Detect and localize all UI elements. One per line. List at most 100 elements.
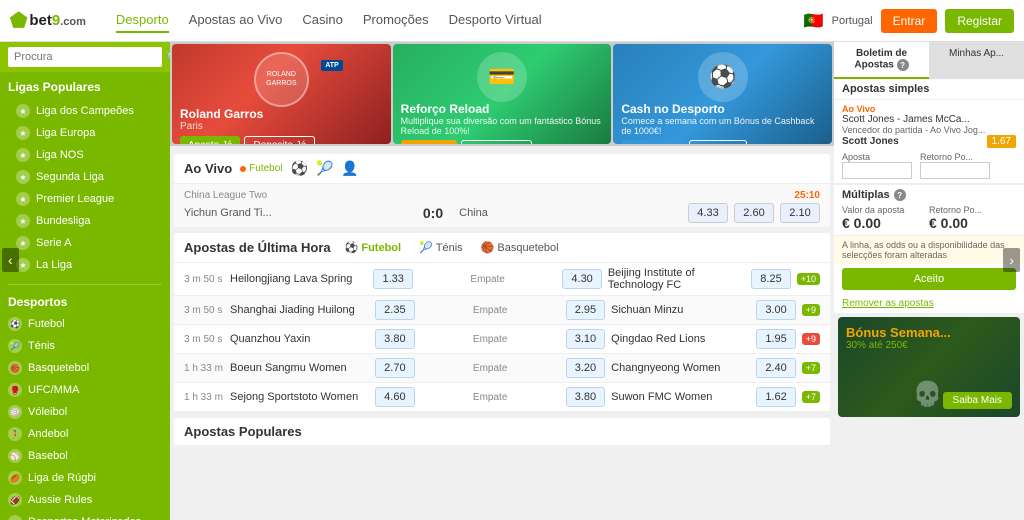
retorno-input[interactable] bbox=[920, 162, 990, 179]
odd-tag: 1.67 bbox=[987, 135, 1016, 148]
odd-btn-2[interactable]: 2.60 bbox=[734, 203, 774, 223]
trophy-icon: ★ bbox=[16, 126, 30, 140]
banner-deposite-btn[interactable]: Deposite Já bbox=[244, 136, 315, 144]
filter-tenis[interactable]: 🎾 Ténis bbox=[413, 239, 469, 256]
odd-draw-btn[interactable]: 2.95 bbox=[566, 300, 605, 320]
more-odds-badge[interactable]: +10 bbox=[797, 273, 820, 285]
right-panel: Boletim de Apostas ? Minhas Ap... Aposta… bbox=[834, 42, 1024, 520]
odd-team2-btn[interactable]: 3.00 bbox=[756, 300, 795, 320]
nav-apostas-vivo[interactable]: Apostas ao Vivo bbox=[189, 8, 283, 33]
sidebar-item-label: Vóleibol bbox=[28, 406, 67, 418]
banner-roland-garros[interactable]: ROLANDGARROS Roland Garros Paris Aposte … bbox=[172, 44, 391, 144]
odd-team1-btn[interactable]: 4.60 bbox=[375, 387, 414, 407]
soccer-icon: ⚽ bbox=[8, 317, 22, 331]
bonus-footer: 💀 Saiba Mais bbox=[846, 380, 1012, 409]
odd-draw-btn[interactable]: 3.20 bbox=[566, 358, 605, 378]
sidebar-item-basquetebol[interactable]: 🏀 Basquetebol bbox=[0, 357, 170, 379]
sports-title: Desportos bbox=[0, 289, 170, 313]
match-team2: Qingdao Red Lions bbox=[611, 333, 750, 345]
sidebar-item-bundesliga[interactable]: ★ Bundesliga bbox=[8, 210, 162, 232]
sidebar-item-andebol[interactable]: 🤾 Andebol bbox=[0, 423, 170, 445]
person-filter-icon[interactable]: 👤 bbox=[341, 160, 358, 177]
odd-draw-btn[interactable]: 3.10 bbox=[566, 329, 605, 349]
aceito-button[interactable]: Aceito bbox=[842, 268, 1016, 290]
tennis-filter-icon[interactable]: 🎾 bbox=[316, 160, 333, 177]
filter-basquetebol[interactable]: 🏀 Basquetebol bbox=[475, 239, 565, 256]
odd-draw-btn[interactable]: 3.80 bbox=[566, 387, 605, 407]
match-team1: Heilongjiang Lava Spring bbox=[230, 273, 367, 285]
live-match-row: Yichun Grand Ti... 0:0 China 4.33 2.60 2… bbox=[184, 203, 820, 223]
sidebar-item-serie-a[interactable]: ★ Serie A bbox=[8, 232, 162, 254]
nav-desporto-virtual[interactable]: Desporto Virtual bbox=[449, 8, 542, 33]
registar-button[interactable]: Registar bbox=[945, 9, 1014, 33]
info-icon[interactable]: ? bbox=[897, 59, 909, 71]
bonus-title: Bónus Semana... bbox=[846, 325, 1012, 340]
remove-bets-link[interactable]: Remover as apostas bbox=[834, 294, 1024, 313]
sidebar-item-futebol[interactable]: ⚽ Futebol bbox=[0, 313, 170, 335]
sidebar-item-ufc[interactable]: 🥊 UFC/MMA bbox=[0, 379, 170, 401]
search-input[interactable] bbox=[8, 47, 162, 67]
valor-label: Valor da aposta bbox=[842, 205, 929, 215]
roland-garros-text: ROLANDGARROS bbox=[266, 71, 296, 88]
tab-boletim[interactable]: Boletim de Apostas ? bbox=[834, 42, 929, 79]
sidebar-item-liga-campeoes[interactable]: ★ Liga dos Campeões bbox=[8, 100, 162, 122]
tab-minhas[interactable]: Minhas Ap... bbox=[929, 42, 1024, 79]
sidebar-item-basebol[interactable]: ⚾ Basebol bbox=[0, 445, 170, 467]
more-odds-badge[interactable]: +7 bbox=[802, 391, 820, 403]
sidebar-item-liga-europa[interactable]: ★ Liga Europa bbox=[8, 122, 162, 144]
more-odds-badge[interactable]: +9 bbox=[802, 304, 820, 316]
banner-desc: Comece a semana com um Bónus de Cashback… bbox=[621, 116, 824, 136]
banner-reforco[interactable]: 💳 Reforço Reload Multiplique sua diversã… bbox=[393, 44, 612, 144]
odd-team1-btn[interactable]: 3.80 bbox=[375, 329, 414, 349]
odd-team2-btn[interactable]: 8.25 bbox=[751, 269, 790, 289]
sidebar-item-motor[interactable]: 🏎 Desportos Motorizados bbox=[0, 511, 170, 520]
odd-draw-btn[interactable]: 4.30 bbox=[562, 269, 601, 289]
sidebar-item-aussie[interactable]: 🏈 Aussie Rules bbox=[0, 489, 170, 511]
odd-team2-btn[interactable]: 1.62 bbox=[756, 387, 795, 407]
match-team1: Shanghai Jiading Huilong bbox=[230, 304, 369, 316]
sidebar-item-rugby[interactable]: 🏉 Liga de Rúgbi bbox=[0, 467, 170, 489]
sidebar-item-liga-nos[interactable]: ★ Liga NOS bbox=[8, 144, 162, 166]
odd-team1-btn[interactable]: 2.70 bbox=[375, 358, 414, 378]
nav-desporto[interactable]: Desporto bbox=[116, 8, 169, 33]
valor-col: Valor da aposta € 0.00 bbox=[842, 205, 929, 231]
odd-team1-btn[interactable]: 2.35 bbox=[375, 300, 414, 320]
sidebar-item-tenis[interactable]: 🎾 Ténis bbox=[0, 335, 170, 357]
banner-subtitle: Paris bbox=[180, 121, 315, 132]
entrar-button[interactable]: Entrar bbox=[881, 9, 938, 33]
more-odds-badge[interactable]: +9 bbox=[802, 333, 820, 345]
bonus-subtitle: 30% até 250€ bbox=[846, 340, 1012, 351]
trophy-icon: ★ bbox=[16, 170, 30, 184]
odd-team2-btn[interactable]: 1.95 bbox=[756, 329, 795, 349]
banner-informe-btn[interactable]: Informe-se bbox=[621, 140, 685, 144]
soccer-filter-icon[interactable]: ⚽ bbox=[291, 160, 308, 177]
sidebar-item-la-liga[interactable]: ★ La Liga bbox=[8, 254, 162, 276]
sidebar-item-premier-league[interactable]: ★ Premier League bbox=[8, 188, 162, 210]
filter-futebol[interactable]: ⚽ Futebol bbox=[339, 239, 407, 256]
odd-btn-3[interactable]: 2.10 bbox=[780, 203, 820, 223]
saiba-mais-button[interactable]: Saiba Mais bbox=[943, 392, 1012, 409]
info-icon[interactable]: ? bbox=[894, 189, 906, 201]
main-layout: 🔍 Ligas Populares ★ Liga dos Campeões ★ … bbox=[0, 42, 1024, 520]
more-odds-badge[interactable]: +7 bbox=[802, 362, 820, 374]
sidebar-item-segunda-liga[interactable]: ★ Segunda Liga bbox=[8, 166, 162, 188]
live-sport-label: Futebol bbox=[249, 163, 282, 174]
odd-team2-btn[interactable]: 2.40 bbox=[756, 358, 795, 378]
main-content: ‹ ROLANDGARROS Roland Garros Paris bbox=[170, 42, 834, 520]
aposta-input[interactable] bbox=[842, 162, 912, 179]
popular-title: Apostas Populares bbox=[184, 424, 302, 439]
sidebar-item-voleibol[interactable]: 🏐 Vóleibol bbox=[0, 401, 170, 423]
banner-deposite-btn[interactable]: Deposite bbox=[689, 140, 746, 144]
banner-mais-info-btn[interactable]: Mais Info bbox=[401, 140, 458, 144]
multiples-title: Múltiplas ? bbox=[842, 189, 1016, 201]
banner-aposte-btn[interactable]: Aposte Já bbox=[180, 136, 240, 144]
soccer-icon: ⚽ bbox=[345, 241, 359, 254]
roland-garros-logo: ROLANDGARROS bbox=[254, 52, 309, 107]
odd-btn-1[interactable]: 4.33 bbox=[688, 203, 728, 223]
sidebar-item-label: Ténis bbox=[28, 340, 55, 352]
banner-deposite-btn[interactable]: Deposite Já bbox=[461, 140, 532, 144]
nav-promocoes[interactable]: Promoções bbox=[363, 8, 429, 33]
banner-cash[interactable]: ⚽ Cash no Desporto Comece a semana com u… bbox=[613, 44, 832, 144]
odd-team1-btn[interactable]: 1.33 bbox=[373, 269, 412, 289]
nav-casino[interactable]: Casino bbox=[302, 8, 342, 33]
